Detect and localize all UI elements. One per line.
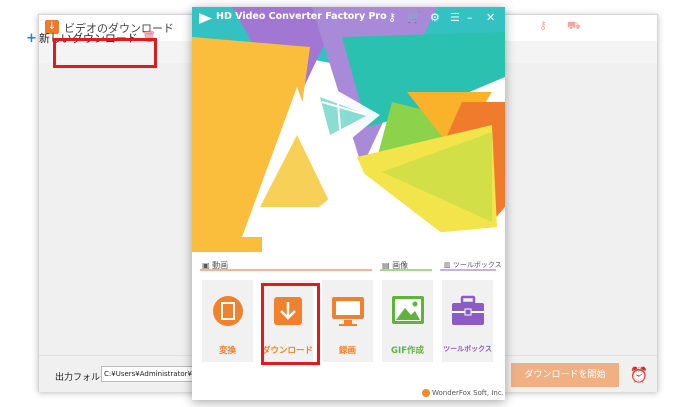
gif-maker-icon bbox=[392, 296, 424, 324]
output-folder-field[interactable]: C:¥Users¥Administrator¥Videos bbox=[101, 366, 193, 382]
tile-gif-maker[interactable]: GIF作成 bbox=[382, 280, 433, 362]
banner-graphic bbox=[192, 7, 505, 252]
plus-icon: + bbox=[26, 31, 37, 46]
tile-toolbox-label: ツールボックス bbox=[443, 345, 492, 353]
cart-icon[interactable]: ⛟ bbox=[567, 19, 581, 34]
toolbox-icon bbox=[452, 295, 484, 325]
tile-convert[interactable]: 変換 bbox=[202, 280, 253, 362]
section-video-divider bbox=[200, 269, 372, 271]
wonderfox-logo-icon bbox=[422, 389, 430, 397]
screen-record-icon bbox=[332, 297, 364, 326]
tile-convert-label: 変換 bbox=[218, 346, 236, 356]
start-download-button[interactable]: ダウンロードを開始 bbox=[511, 363, 619, 387]
tile-screen-record[interactable]: 録画 bbox=[322, 280, 373, 362]
section-image-divider bbox=[380, 269, 432, 271]
highlight-new-download bbox=[53, 38, 157, 68]
close-icon[interactable]: ✕ bbox=[486, 11, 495, 24]
footer: WonderFox Soft, Inc. bbox=[422, 389, 504, 397]
minimize-icon[interactable]: – bbox=[467, 11, 473, 24]
highlight-download-tile bbox=[261, 283, 320, 365]
alarm-clock-icon[interactable]: ⏰ bbox=[629, 365, 649, 385]
tile-toolbox[interactable]: ツールボックス bbox=[442, 280, 493, 362]
section-tools-divider bbox=[440, 269, 496, 271]
section-tools-label: ツールボックス bbox=[452, 261, 502, 269]
menu-icon[interactable]: ☰ bbox=[450, 11, 460, 24]
app-logo-icon bbox=[199, 13, 212, 24]
tile-gif-maker-label: GIF作成 bbox=[391, 346, 424, 356]
key-icon[interactable]: ⚷ bbox=[388, 11, 396, 24]
cart-icon[interactable]: 🛒 bbox=[407, 11, 421, 24]
key-icon[interactable]: ⚷ bbox=[539, 19, 547, 32]
footer-text: WonderFox Soft, Inc. bbox=[432, 389, 504, 397]
tile-screen-record-label: 録画 bbox=[338, 346, 356, 356]
hd-video-converter-window: HD Video Converter Factory Pro ⚷ 🛒 ⚙ ☰ –… bbox=[192, 7, 505, 400]
settings-icon[interactable]: ⚙ bbox=[430, 11, 440, 24]
convert-icon bbox=[213, 296, 243, 326]
app-title: HD Video Converter Factory Pro bbox=[216, 11, 387, 22]
